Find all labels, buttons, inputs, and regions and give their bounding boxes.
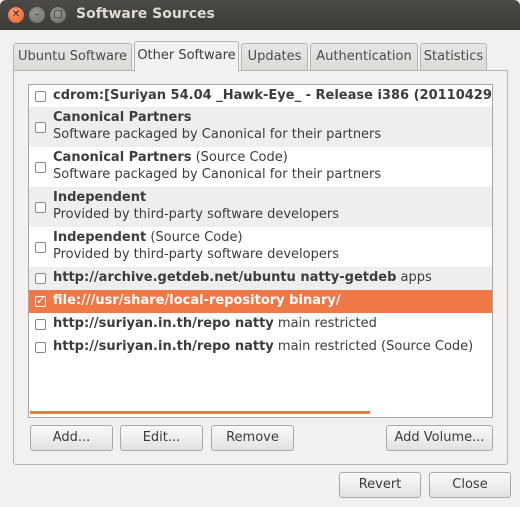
tab-authentication[interactable]: Authentication: [310, 43, 418, 70]
list-item[interactable]: http://suriyan.in.th/repo natty main res…: [29, 313, 492, 336]
source-title: Canonical Partners: [53, 150, 192, 165]
source-title-extra: main restricted (Source Code): [273, 339, 474, 354]
list-item[interactable]: Independent Provided by third-party soft…: [29, 187, 492, 227]
source-checkbox[interactable]: [35, 91, 46, 102]
window-title: Software Sources: [76, 6, 215, 22]
source-checkbox[interactable]: [35, 242, 46, 253]
list-item[interactable]: Canonical Partners (Source Code) Softwar…: [29, 147, 492, 187]
revert-button[interactable]: Revert: [339, 472, 421, 498]
close-button[interactable]: Close: [429, 472, 511, 498]
loading-progress-bar: [30, 411, 370, 414]
minimize-window-icon[interactable]: –: [29, 7, 45, 23]
maximize-window-icon[interactable]: □: [50, 7, 66, 23]
source-subtitle: Software packaged by Canonical for their…: [53, 167, 382, 182]
source-title: http://archive.getdeb.net/ubuntu natty-g…: [53, 270, 397, 285]
source-checkbox[interactable]: [35, 342, 46, 353]
add-button[interactable]: Add...: [30, 425, 113, 451]
list-item[interactable]: http://suriyan.in.th/repo natty main res…: [29, 336, 492, 359]
source-title: http://suriyan.in.th/repo natty: [53, 316, 274, 331]
source-title: Canonical Partners: [53, 110, 192, 125]
check-icon: ✓: [36, 293, 47, 307]
source-title-extra: (Source Code): [146, 230, 243, 245]
source-title-extra: apps: [396, 270, 432, 285]
tab-updates[interactable]: Updates: [241, 43, 308, 70]
source-title-extra: (Source Code): [191, 150, 288, 165]
sources-list[interactable]: cdrom:[Suriyan 54.04 _Hawk-Eye_ - Releas…: [28, 84, 493, 418]
source-checkbox[interactable]: [35, 273, 46, 284]
source-checkbox[interactable]: [35, 202, 46, 213]
source-subtitle: Software packaged by Canonical for their…: [53, 127, 382, 142]
source-checkbox[interactable]: ✓: [35, 293, 47, 307]
source-title: Independent: [53, 190, 147, 205]
remove-button[interactable]: Remove: [211, 425, 294, 451]
source-checkbox[interactable]: [35, 162, 46, 173]
tab-other-software[interactable]: Other Software: [134, 41, 239, 72]
source-title: Independent: [53, 230, 147, 245]
title-bar: ✕ – □ Software Sources: [0, 0, 520, 30]
source-checkbox[interactable]: [35, 122, 46, 133]
tab-statistics[interactable]: Statistics: [420, 43, 487, 70]
source-title: http://suriyan.in.th/repo natty: [53, 339, 274, 354]
source-subtitle: Provided by third-party software develop…: [53, 207, 339, 222]
tab-ubuntu-software[interactable]: Ubuntu Software: [13, 43, 132, 70]
list-item[interactable]: cdrom:[Suriyan 54.04 _Hawk-Eye_ - Releas…: [29, 85, 492, 107]
list-item[interactable]: http://archive.getdeb.net/ubuntu natty-g…: [29, 267, 492, 290]
list-item-selected[interactable]: ✓ file:///usr/share/local-repository bin…: [29, 290, 492, 313]
source-subtitle: Provided by third-party software develop…: [53, 247, 339, 262]
other-software-panel: cdrom:[Suriyan 54.04 _Hawk-Eye_ - Releas…: [13, 70, 508, 465]
source-title: file:///usr/share/local-repository binar…: [53, 293, 341, 308]
source-title-extra: main restricted: [273, 316, 377, 331]
source-title: cdrom:[Suriyan 54.04 _Hawk-Eye_ - Releas…: [53, 88, 492, 103]
add-volume-button[interactable]: Add Volume...: [386, 425, 493, 451]
source-checkbox[interactable]: [35, 319, 46, 330]
close-window-icon[interactable]: ✕: [8, 7, 24, 23]
edit-button[interactable]: Edit...: [120, 425, 203, 451]
list-item[interactable]: Canonical Partners Software packaged by …: [29, 107, 492, 147]
list-item[interactable]: Independent (Source Code) Provided by th…: [29, 227, 492, 267]
